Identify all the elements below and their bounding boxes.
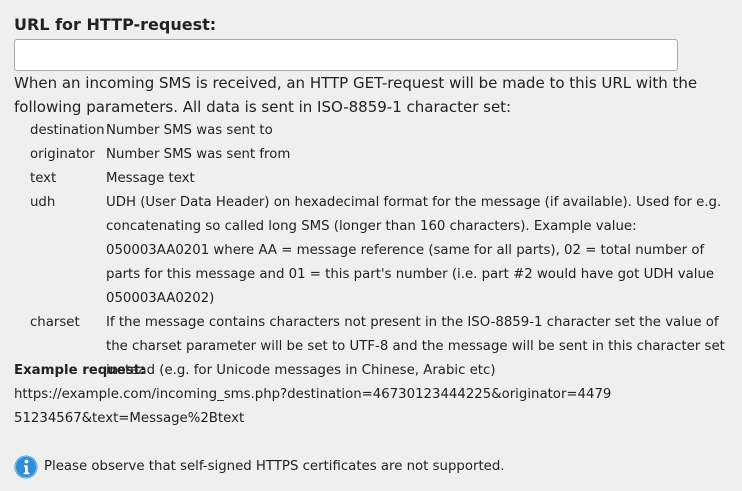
https-notice: Please observe that self-signed HTTPS ce… bbox=[14, 455, 505, 479]
example-request-url: https://example.com/incoming_sms.php?des… bbox=[14, 387, 612, 426]
parameter-name: originator bbox=[30, 147, 95, 162]
http-request-settings: URL for HTTP-request: When an incoming S… bbox=[0, 0, 742, 491]
parameter-description: If the message contains characters not p… bbox=[106, 315, 725, 378]
parameter-description: Number SMS was sent from bbox=[106, 147, 291, 162]
parameter-row: udh UDH (User Data Header) on hexadecima… bbox=[30, 191, 742, 311]
parameter-row: destination Number SMS was sent to bbox=[30, 119, 742, 143]
parameter-list: destination Number SMS was sent to origi… bbox=[30, 119, 742, 383]
url-input[interactable] bbox=[14, 39, 678, 71]
parameter-name: text bbox=[30, 171, 57, 186]
url-field-label: URL for HTTP-request: bbox=[14, 15, 217, 34]
parameter-row: originator Number SMS was sent from bbox=[30, 143, 742, 167]
parameters-description: When an incoming SMS is received, an HTT… bbox=[14, 74, 698, 116]
parameter-row: text Message text bbox=[30, 167, 742, 191]
parameter-name: destination bbox=[30, 123, 105, 138]
parameter-description: UDH (User Data Header) on hexadecimal fo… bbox=[106, 195, 722, 306]
notice-text: Please observe that self-signed HTTPS ce… bbox=[44, 459, 505, 474]
info-icon bbox=[14, 455, 38, 479]
example-request-label: Example request: bbox=[14, 363, 146, 378]
parameter-description: Number SMS was sent to bbox=[106, 123, 273, 138]
parameter-name: udh bbox=[30, 195, 56, 210]
parameter-description: Message text bbox=[106, 171, 195, 186]
